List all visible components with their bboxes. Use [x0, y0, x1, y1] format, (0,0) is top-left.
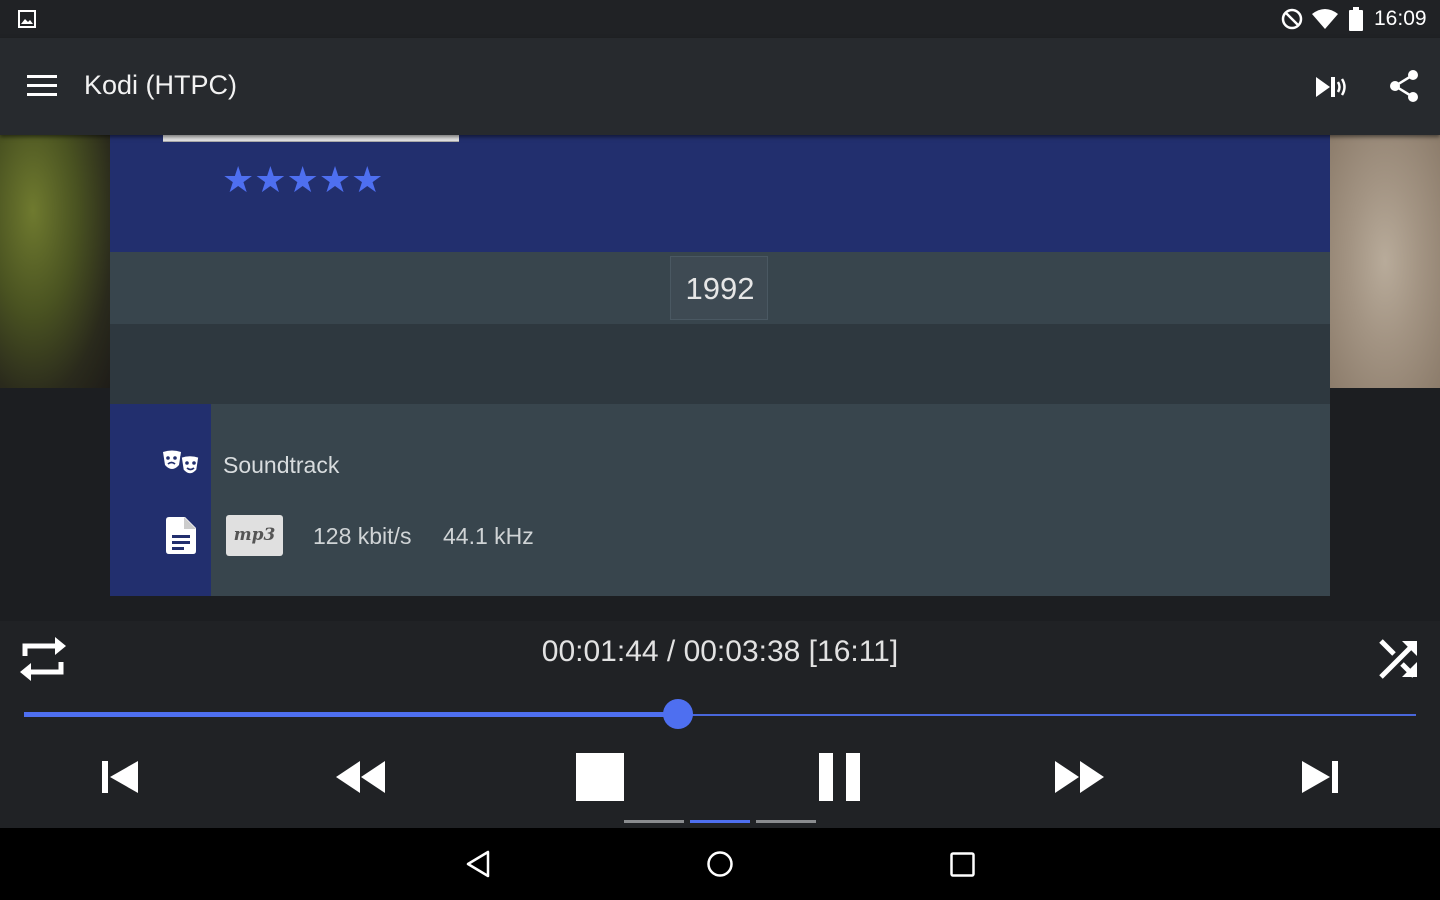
do-not-disturb-icon — [1281, 8, 1303, 30]
album-details: ★★★★★ 1992 Soundtrack mp3 128 kbit/s 44.… — [0, 135, 1440, 621]
header-band: ★★★★★ — [110, 135, 1330, 252]
info-icon-strip — [110, 404, 211, 596]
battery-icon — [1349, 7, 1363, 31]
rewind-icon[interactable] — [336, 761, 386, 793]
stop-icon[interactable] — [576, 753, 624, 801]
page-indicator-1 — [624, 820, 684, 823]
page-indicator-3 — [756, 820, 816, 823]
menu-icon[interactable] — [27, 75, 57, 97]
home-icon[interactable] — [706, 850, 734, 878]
fast-forward-icon[interactable] — [1054, 761, 1104, 793]
year-row: 1992 — [110, 252, 1330, 324]
wifi-icon — [1312, 9, 1338, 29]
app-bar: Kodi (HTPC) — [0, 38, 1440, 135]
pause-icon[interactable] — [819, 753, 861, 801]
year-box: 1992 — [670, 256, 768, 320]
skip-next-icon[interactable] — [1302, 761, 1338, 793]
album-art-background-left — [0, 135, 110, 388]
status-time: 16:09 — [1374, 7, 1427, 30]
samplerate-text: 44.1 kHz — [443, 523, 534, 549]
album-year: 1992 — [685, 271, 755, 306]
seek-bar-progress — [24, 712, 679, 717]
album-art-background-right — [1330, 135, 1440, 388]
playback-time: 00:01:44 / 00:03:38 [16:11] — [541, 635, 899, 668]
spacer-row — [110, 324, 1330, 404]
system-nav-bar — [0, 828, 1440, 900]
album-cover-edge — [163, 135, 459, 142]
format-badge: mp3 — [226, 515, 283, 556]
status-bar: 16:09 — [0, 0, 1440, 38]
album-genre: Soundtrack — [223, 452, 340, 478]
file-icon — [166, 517, 196, 554]
now-playing-panel: 00:01:44 / 00:03:38 [16:11] — [0, 621, 1440, 828]
media-info: Soundtrack mp3 128 kbit/s 44.1 kHz — [110, 404, 1330, 596]
page-title: Kodi (HTPC) — [84, 70, 238, 100]
rating-stars: ★★★★★ — [222, 160, 384, 201]
audio-output-icon[interactable] — [1314, 74, 1350, 100]
theater-masks-icon — [163, 450, 200, 475]
album-info-card: ★★★★★ 1992 Soundtrack mp3 128 kbit/s 44.… — [110, 135, 1330, 596]
recents-icon[interactable] — [950, 852, 975, 877]
seek-bar-thumb[interactable] — [663, 699, 694, 729]
page-indicator-2 — [690, 820, 750, 823]
bitrate-text: 128 kbit/s — [313, 523, 412, 549]
skip-previous-icon[interactable] — [102, 761, 138, 793]
share-icon[interactable] — [1389, 70, 1419, 102]
back-icon[interactable] — [465, 850, 491, 878]
image-notification-icon — [18, 10, 36, 28]
shuffle-icon[interactable] — [1378, 638, 1420, 680]
